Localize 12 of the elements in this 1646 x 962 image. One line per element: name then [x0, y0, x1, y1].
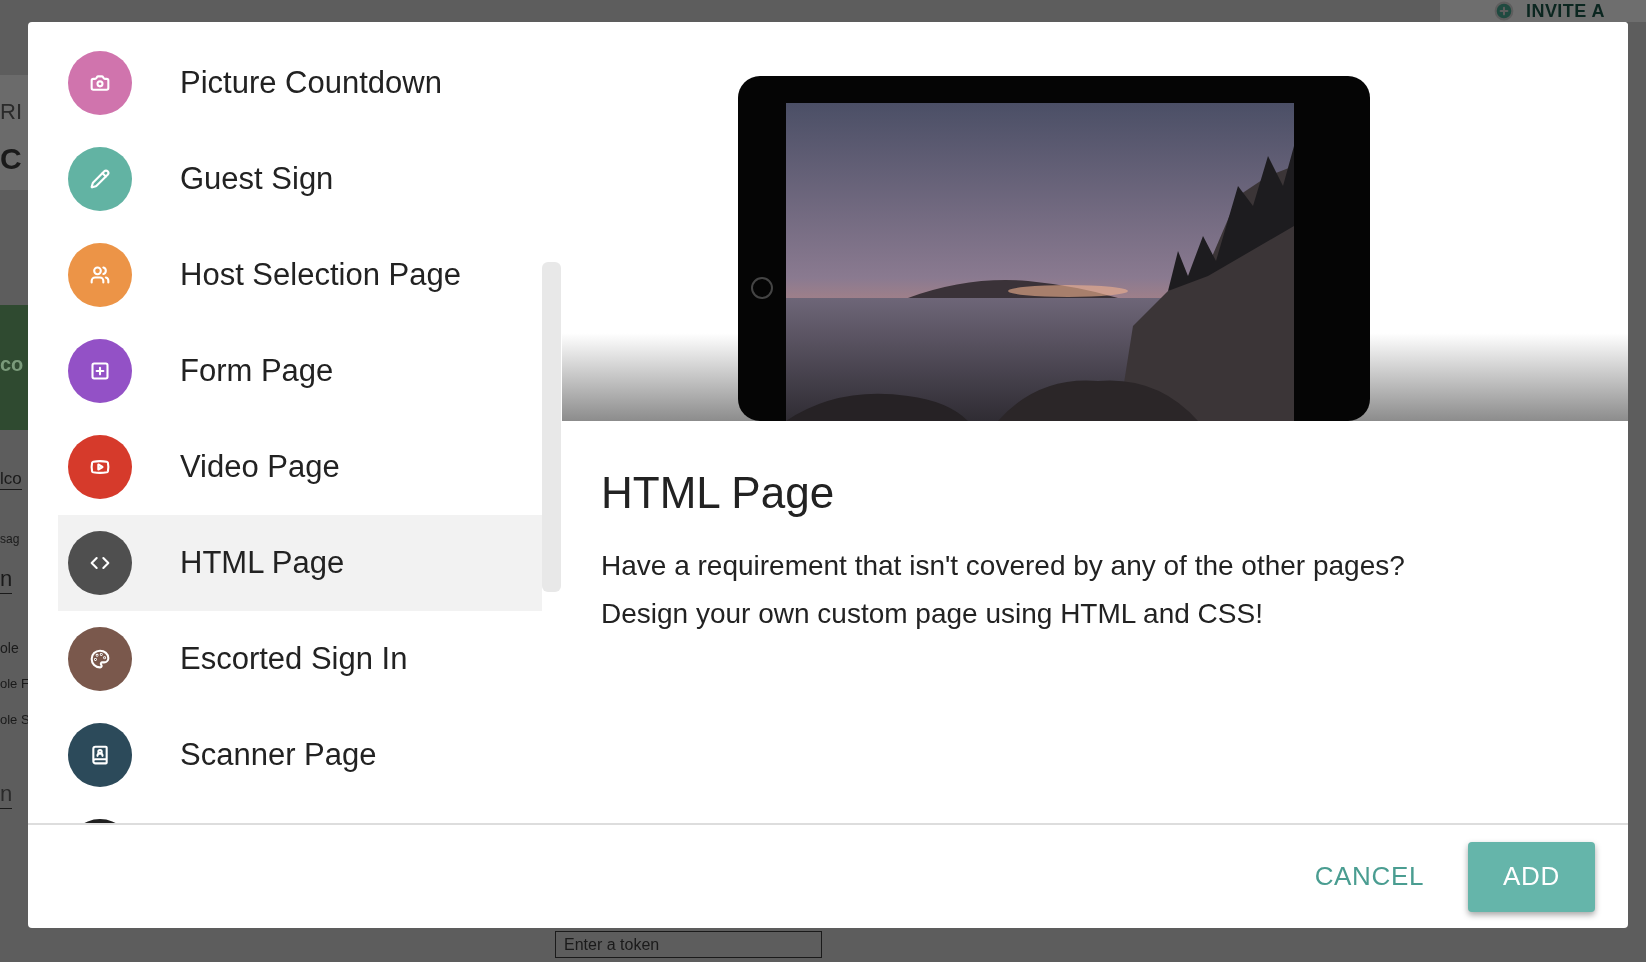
background-text: RI — [0, 98, 22, 126]
background-text: ole F — [0, 676, 29, 693]
background-text: co — [0, 352, 24, 377]
detail-description: Have a requirement that isn't covered by any of the other pages? Design your own custom page using HTML and CSS! — [601, 549, 1406, 631]
background-text: lco — [0, 468, 22, 491]
scrollbar[interactable] — [542, 262, 561, 592]
page-type-item[interactable]: HTML Page — [58, 515, 542, 611]
background-text: C — [0, 141, 22, 177]
detail-title: HTML Page — [601, 467, 836, 519]
background-text: ole — [0, 640, 19, 658]
background-text: sag — [0, 532, 20, 547]
background-text: n — [0, 565, 13, 594]
